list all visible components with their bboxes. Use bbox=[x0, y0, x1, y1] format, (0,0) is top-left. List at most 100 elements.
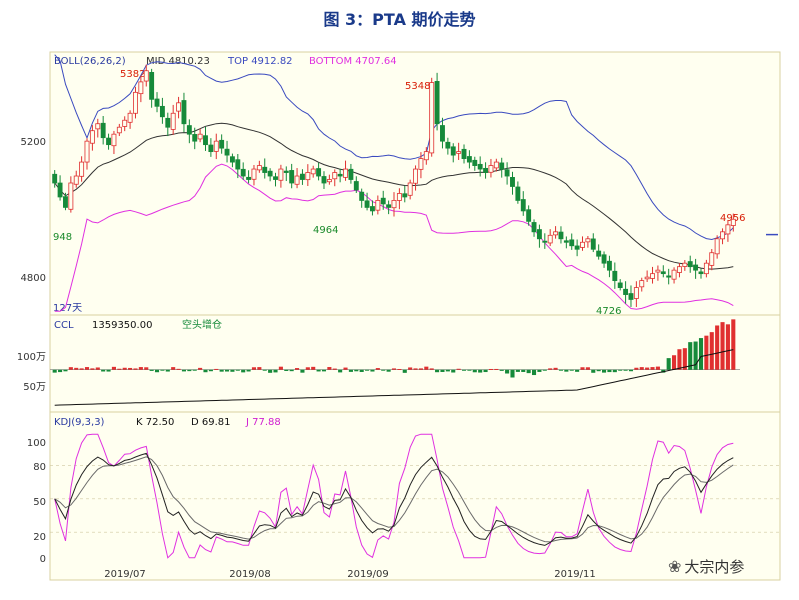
volume-bar bbox=[128, 367, 133, 370]
candle-up bbox=[720, 231, 725, 240]
volume-bar bbox=[133, 368, 138, 370]
candle-down bbox=[224, 148, 230, 156]
x-tick-2019-07: 2019/07 bbox=[104, 569, 146, 580]
candle-up bbox=[116, 126, 122, 134]
volume-bar bbox=[176, 368, 181, 370]
candle-up bbox=[326, 179, 332, 183]
candle-up bbox=[633, 287, 639, 299]
volume-bar bbox=[655, 366, 660, 370]
price-tick-5200: 5200 bbox=[21, 137, 46, 148]
volume-bar bbox=[316, 369, 321, 372]
candle-up bbox=[671, 269, 677, 280]
candle-down bbox=[246, 176, 252, 180]
x-tick-2019-09: 2019/09 bbox=[347, 569, 389, 580]
volume-bar bbox=[402, 369, 407, 373]
volume-bar bbox=[650, 367, 655, 370]
candle-down bbox=[563, 240, 569, 243]
volume-bar bbox=[278, 366, 283, 370]
volume-bar bbox=[311, 366, 316, 370]
volume-bar bbox=[305, 367, 310, 370]
volume-bar bbox=[63, 369, 68, 372]
volume-bar bbox=[521, 369, 526, 372]
candle-down bbox=[186, 125, 192, 135]
volume-bar bbox=[219, 369, 224, 372]
candle-up bbox=[655, 269, 661, 273]
candle-down bbox=[273, 176, 278, 180]
candle-down bbox=[536, 229, 542, 240]
volume-bar bbox=[494, 368, 499, 370]
candle-down bbox=[57, 182, 63, 198]
volume-bar bbox=[52, 369, 57, 373]
candle-down bbox=[574, 245, 580, 250]
candle-down bbox=[693, 264, 699, 271]
volume-bar bbox=[596, 369, 601, 372]
candle-down bbox=[364, 200, 370, 208]
candle-up bbox=[456, 151, 462, 154]
candle-up bbox=[127, 112, 133, 123]
candle-down bbox=[445, 141, 451, 149]
volume-bar bbox=[408, 367, 413, 370]
annot-high-5348: 5348 bbox=[405, 81, 430, 92]
candle-up bbox=[310, 168, 316, 175]
candle-up bbox=[375, 200, 381, 211]
volume-bar bbox=[569, 369, 574, 371]
x-tick-2019-08: 2019/08 bbox=[229, 569, 271, 580]
period-label: 127天 bbox=[53, 303, 82, 314]
candle-down bbox=[434, 81, 440, 125]
candle-down bbox=[531, 222, 537, 233]
volume-bar bbox=[424, 366, 429, 370]
volume-bar bbox=[709, 332, 714, 370]
volume-bar bbox=[645, 367, 650, 370]
volume-bar bbox=[483, 369, 488, 373]
volume-bar bbox=[612, 369, 617, 373]
candle-down bbox=[203, 135, 208, 146]
volume-bar bbox=[381, 369, 386, 371]
candle-down bbox=[348, 168, 354, 180]
volume-bar bbox=[117, 368, 122, 370]
candle-up bbox=[429, 82, 435, 154]
volume-bar bbox=[74, 367, 79, 370]
figure-title: 图 3：PTA 期价走势 bbox=[323, 10, 476, 29]
candle-down bbox=[504, 169, 510, 177]
candle-up bbox=[407, 182, 413, 196]
candle-up bbox=[89, 130, 95, 144]
candle-up bbox=[580, 241, 585, 248]
annot-low-948: 948 bbox=[53, 232, 72, 243]
volume-bar bbox=[289, 369, 294, 372]
candle-up bbox=[213, 140, 219, 152]
candle-down bbox=[617, 282, 623, 288]
volume-bar bbox=[332, 368, 337, 370]
volume-bar bbox=[602, 369, 607, 373]
candle-down bbox=[466, 156, 472, 163]
candle-down bbox=[100, 122, 106, 139]
volume-bar bbox=[510, 369, 515, 378]
candle-down bbox=[240, 168, 246, 177]
volume-bar bbox=[472, 369, 477, 373]
candle-down bbox=[526, 209, 532, 222]
volume-bar bbox=[456, 368, 461, 370]
candle-down bbox=[192, 134, 198, 142]
boll-top-label: TOP 4912.82 bbox=[227, 56, 293, 67]
volume-bar bbox=[257, 367, 262, 370]
volume-bar bbox=[515, 369, 520, 372]
volume-bar bbox=[321, 369, 327, 372]
candle-up bbox=[332, 172, 338, 180]
volume-bar bbox=[440, 369, 445, 372]
volume-bar bbox=[338, 369, 343, 373]
volume-bar bbox=[192, 369, 197, 371]
volume-bar bbox=[488, 368, 493, 370]
volume-bar bbox=[429, 368, 434, 370]
kdj-d-label: D 69.81 bbox=[191, 417, 231, 428]
volume-bar bbox=[591, 369, 596, 373]
volume-bar bbox=[720, 322, 725, 370]
candle-down bbox=[386, 204, 392, 208]
candle-up bbox=[343, 168, 348, 178]
volume-bar bbox=[370, 369, 375, 372]
candle-down bbox=[316, 168, 322, 177]
volume-bar bbox=[241, 369, 246, 373]
kdj-tick-80: 80 bbox=[33, 462, 46, 473]
volume-bar bbox=[58, 369, 63, 373]
volume-bar bbox=[348, 369, 353, 372]
candle-up bbox=[553, 231, 559, 236]
candle-down bbox=[353, 181, 359, 191]
